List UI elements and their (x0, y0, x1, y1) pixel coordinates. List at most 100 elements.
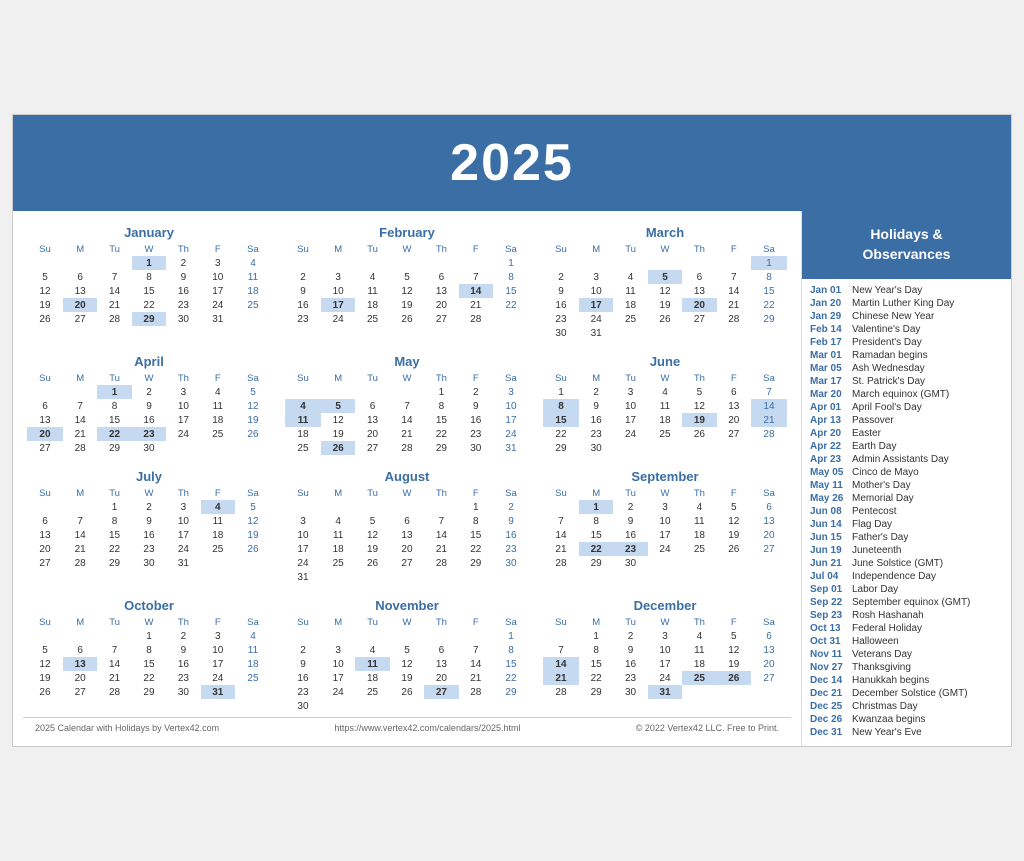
holiday-name: Veterans Day (852, 649, 912, 660)
holiday-item: Sep 22September equinox (GMT) (810, 597, 1003, 608)
holiday-item: Apr 20Easter (810, 428, 1003, 439)
holiday-name: Hanukkah begins (852, 675, 929, 686)
holiday-date: Apr 13 (810, 415, 852, 426)
cal-march: SuMTuWThFSa 1 2345678 9101112131415 1617… (543, 243, 787, 340)
holiday-item: Jun 19Juneteenth (810, 545, 1003, 556)
holiday-date: Jun 14 (810, 519, 852, 530)
calendars-grid: January SuMTuWThFSa 1234 567891011 12131… (23, 221, 791, 717)
holiday-date: Apr 20 (810, 428, 852, 439)
cal-july: SuMTuWThFSa 12345 6789101112 13141516171… (27, 487, 271, 570)
holiday-date: Mar 17 (810, 376, 852, 387)
holiday-name: Chinese New Year (852, 311, 934, 322)
holiday-date: Mar 01 (810, 350, 852, 361)
holiday-date: Apr 22 (810, 441, 852, 452)
sidebar: Holidays &Observances Jan 01New Year's D… (801, 211, 1011, 745)
holiday-item: Jun 08Pentecost (810, 506, 1003, 517)
holiday-name: Valentine's Day (852, 324, 920, 335)
holiday-date: Apr 23 (810, 454, 852, 465)
cal-august: SuMTuWThFSa 12 3456789 10111213141516 17… (285, 487, 529, 584)
holiday-item: May 11Mother's Day (810, 480, 1003, 491)
holiday-name: Mother's Day (852, 480, 911, 491)
holiday-date: Jan 01 (810, 285, 852, 296)
holiday-date: Sep 22 (810, 597, 852, 608)
holiday-item: Dec 21December Solstice (GMT) (810, 688, 1003, 699)
main-content: January SuMTuWThFSa 1234 567891011 12131… (13, 211, 1011, 745)
footer-right: © 2022 Vertex42 LLC. Free to Print. (636, 723, 779, 733)
holiday-item: Oct 31Halloween (810, 636, 1003, 647)
cal-september: SuMTuWThFSa 123456 78910111213 141516171… (543, 487, 787, 570)
month-june: June SuMTuWThFSa 1234567 891011121314 15… (539, 350, 791, 459)
holiday-date: Jan 20 (810, 298, 852, 309)
holiday-name: Thanksgiving (852, 662, 911, 673)
holiday-name: Ramadan begins (852, 350, 928, 361)
holiday-item: Oct 13Federal Holiday (810, 623, 1003, 634)
holiday-date: Jan 29 (810, 311, 852, 322)
cal-june: SuMTuWThFSa 1234567 891011121314 1516171… (543, 372, 787, 455)
holiday-name: September equinox (GMT) (852, 597, 970, 608)
cal-november: SuMTuWThFSa 1 2345678 9101112131415 1617… (285, 616, 529, 713)
holiday-item: Nov 27Thanksgiving (810, 662, 1003, 673)
holiday-name: Juneteenth (852, 545, 902, 556)
footer-left: 2025 Calendar with Holidays by Vertex42.… (35, 723, 219, 733)
month-january: January SuMTuWThFSa 1234 567891011 12131… (23, 221, 275, 344)
holiday-item: Sep 01Labor Day (810, 584, 1003, 595)
holiday-name: Memorial Day (852, 493, 914, 504)
holiday-name: New Year's Day (852, 285, 922, 296)
month-title-december: December (543, 598, 787, 613)
holiday-date: Jun 21 (810, 558, 852, 569)
holiday-item: Jun 15Father's Day (810, 532, 1003, 543)
holiday-date: Nov 27 (810, 662, 852, 673)
holiday-date: Oct 13 (810, 623, 852, 634)
month-title-november: November (285, 598, 529, 613)
month-december: December SuMTuWThFSa 123456 78910111213 … (539, 594, 791, 717)
holiday-name: December Solstice (GMT) (852, 688, 968, 699)
holiday-name: Halloween (852, 636, 899, 647)
holiday-date: Sep 23 (810, 610, 852, 621)
month-september: September SuMTuWThFSa 123456 78910111213… (539, 465, 791, 588)
holiday-name: Cinco de Mayo (852, 467, 919, 478)
holiday-item: Dec 14Hanukkah begins (810, 675, 1003, 686)
holiday-name: New Year's Eve (852, 727, 922, 738)
holiday-name: President's Day (852, 337, 922, 348)
month-title-october: October (27, 598, 271, 613)
holiday-name: Federal Holiday (852, 623, 922, 634)
holiday-item: Apr 13Passover (810, 415, 1003, 426)
holiday-date: Mar 20 (810, 389, 852, 400)
holiday-date: Apr 01 (810, 402, 852, 413)
holiday-item: Sep 23Rosh Hashanah (810, 610, 1003, 621)
holiday-item: Jan 20Martin Luther King Day (810, 298, 1003, 309)
holiday-name: Ash Wednesday (852, 363, 925, 374)
holiday-name: April Fool's Day (852, 402, 922, 413)
holiday-name: Father's Day (852, 532, 908, 543)
month-july: July SuMTuWThFSa 12345 6789101112 131415… (23, 465, 275, 588)
holiday-name: St. Patrick's Day (852, 376, 925, 387)
cal-may: SuMTuWThFSa 123 45678910 11121314151617 … (285, 372, 529, 455)
cal-october: SuMTuWThFSa 1234 567891011 1213141516171… (27, 616, 271, 699)
holiday-name: March equinox (GMT) (852, 389, 949, 400)
holiday-name: Easter (852, 428, 881, 439)
holiday-name: Admin Assistants Day (852, 454, 949, 465)
holiday-item: May 26Memorial Day (810, 493, 1003, 504)
month-title-september: September (543, 469, 787, 484)
holiday-date: May 11 (810, 480, 852, 491)
month-november: November SuMTuWThFSa 1 2345678 910111213… (281, 594, 533, 717)
holiday-item: Mar 05Ash Wednesday (810, 363, 1003, 374)
holiday-name: Passover (852, 415, 894, 426)
month-title-april: April (27, 354, 271, 369)
month-title-may: May (285, 354, 529, 369)
holiday-item: Mar 20March equinox (GMT) (810, 389, 1003, 400)
holiday-item: May 05Cinco de Mayo (810, 467, 1003, 478)
holiday-item: Dec 31New Year's Eve (810, 727, 1003, 738)
month-april: April SuMTuWThFSa 12345 6789101112 13141… (23, 350, 275, 459)
holiday-item: Feb 17President's Day (810, 337, 1003, 348)
holiday-date: Sep 01 (810, 584, 852, 595)
holiday-name: Martin Luther King Day (852, 298, 954, 309)
holiday-item: Feb 14Valentine's Day (810, 324, 1003, 335)
cal-december: SuMTuWThFSa 123456 78910111213 141516171… (543, 616, 787, 699)
holiday-date: Dec 31 (810, 727, 852, 738)
holiday-list: Jan 01New Year's DayJan 20Martin Luther … (802, 279, 1011, 746)
footer: 2025 Calendar with Holidays by Vertex42.… (23, 717, 791, 738)
holiday-item: Jul 04Independence Day (810, 571, 1003, 582)
holiday-item: Mar 01Ramadan begins (810, 350, 1003, 361)
holiday-date: Dec 26 (810, 714, 852, 725)
